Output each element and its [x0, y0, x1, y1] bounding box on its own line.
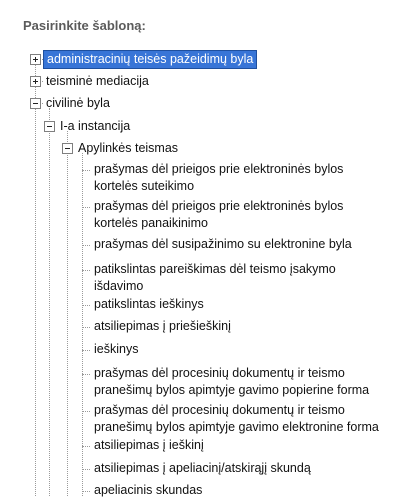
tree-node-civil-case[interactable]: civilinė byla	[46, 95, 110, 112]
tree-guide-line	[82, 374, 90, 375]
document-label-line: patikslintas pareiškimas dėl teismo įsak…	[94, 262, 336, 276]
tree-leaf-document[interactable]: prašymas dėl susipažinimo su elektronine…	[94, 236, 394, 253]
document-label-line: kortelės suteikimo	[94, 179, 195, 193]
tree-guide-line	[82, 305, 90, 306]
tree-leaf-document[interactable]: ieškinys	[94, 341, 394, 358]
document-label-line: atsiliepimas į priešieškinį	[94, 319, 231, 333]
tree-guide-line	[82, 153, 83, 496]
tree-guide-line	[35, 64, 36, 496]
document-label-line: prašymas dėl prieigos prie elektroninės …	[94, 199, 344, 213]
document-label-line: atsiliepimas į ieškinį	[94, 438, 204, 452]
collapse-icon[interactable]	[62, 143, 73, 154]
tree-guide-line	[82, 170, 90, 171]
tree-leaf-document[interactable]: prašymas dėl prieigos prie elektroninės …	[94, 198, 394, 232]
tree-guide-line	[82, 245, 90, 246]
tree-guide-line	[82, 446, 90, 447]
expand-icon[interactable]	[30, 76, 41, 87]
tree-node-administrative-offence-case[interactable]: administracinių teisės pažeidimų byla	[44, 51, 257, 68]
collapse-icon[interactable]	[30, 98, 41, 109]
tree-guide-line	[49, 108, 50, 496]
document-label-line: išdavimo	[94, 279, 144, 293]
tree-node-first-instance[interactable]: I-a instancija	[60, 118, 130, 135]
document-label-line: prašymas dėl procesinių dokumentų ir tei…	[94, 403, 345, 417]
tree-guide-line	[82, 411, 90, 412]
tree-leaf-document[interactable]: prašymas dėl procesinių dokumentų ir tei…	[94, 402, 394, 436]
tree-guide-line	[82, 327, 90, 328]
document-label-line: pranešimų bylos apimtyje gavimo popierin…	[94, 383, 370, 397]
tree-leaf-document[interactable]: atsiliepimas į priešieškinį	[94, 318, 394, 335]
expand-icon[interactable]	[30, 54, 41, 65]
tree-guide-line	[82, 207, 90, 208]
document-label-line: prašymas dėl prieigos prie elektroninės …	[94, 162, 344, 176]
document-label-line: kortelės panaikinimo	[94, 216, 208, 230]
tree-node-district-court[interactable]: Apylinkės teismas	[78, 140, 178, 157]
document-label-line: apeliacinis skundas	[94, 483, 203, 497]
document-label-line: prašymas dėl procesinių dokumentų ir tei…	[94, 366, 345, 380]
template-tree: administracinių teisės pažeidimų byla te…	[0, 0, 400, 500]
document-label-line: patikslintas ieškinys	[94, 297, 204, 311]
document-label-line: prašymas dėl susipažinimo su elektronine…	[94, 237, 352, 251]
tree-leaf-document[interactable]: prašymas dėl procesinių dokumentų ir tei…	[94, 365, 394, 399]
document-label-line: ieškinys	[94, 342, 139, 356]
document-label-line: atsiliepimas į apeliacinį/atskirąjį skun…	[94, 461, 311, 475]
document-label-line: pranešimų bylos apimtyje gavimo elektron…	[94, 420, 379, 434]
tree-leaf-document[interactable]: atsiliepimas į ieškinį	[94, 437, 394, 454]
tree-guide-line	[82, 270, 90, 271]
tree-leaf-document[interactable]: patikslintas ieškinys	[94, 296, 394, 313]
tree-guide-line	[67, 131, 68, 496]
tree-guide-line	[82, 491, 90, 492]
tree-leaf-document[interactable]: patikslintas pareiškimas dėl teismo įsak…	[94, 261, 394, 295]
tree-guide-line	[82, 469, 90, 470]
tree-node-mediation[interactable]: teisminė mediacija	[46, 73, 149, 90]
tree-leaf-document[interactable]: atsiliepimas į apeliacinį/atskirąjį skun…	[94, 460, 394, 477]
tree-leaf-document[interactable]: apeliacinis skundas	[94, 482, 394, 499]
tree-guide-line	[82, 350, 90, 351]
collapse-icon[interactable]	[44, 121, 55, 132]
tree-leaf-document[interactable]: prašymas dėl prieigos prie elektroninės …	[94, 161, 394, 195]
